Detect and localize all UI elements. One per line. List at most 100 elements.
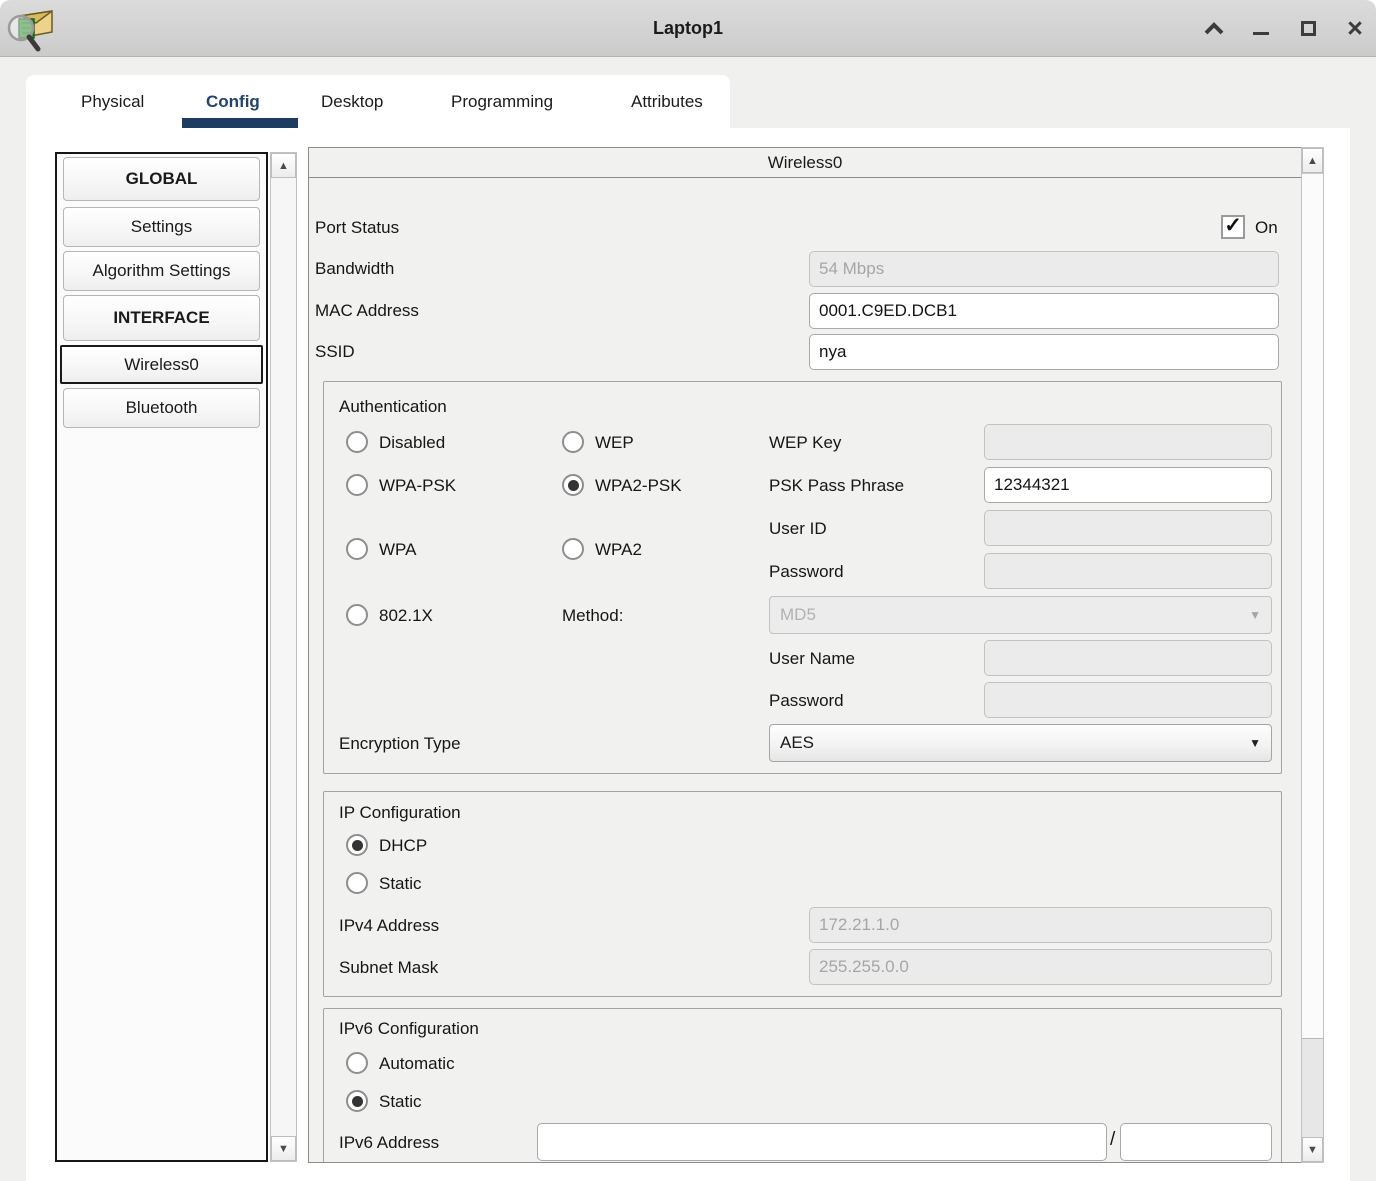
password2-input: [984, 682, 1272, 718]
device-config-window: Laptop1 × Physical Config Desktop Progra…: [0, 0, 1376, 1181]
ssid-input[interactable]: [809, 334, 1279, 370]
encryption-type-value: AES: [780, 733, 814, 753]
panel-scroll-up-button[interactable]: ▲: [1302, 148, 1323, 173]
radio-wep[interactable]: [562, 431, 584, 453]
minimize-icon: [1253, 32, 1269, 35]
scroll-up-icon: ▲: [1307, 155, 1318, 167]
ipv4-address-input: [809, 907, 1272, 943]
encryption-type-select[interactable]: AES ▼: [769, 724, 1272, 762]
user-name-input: [984, 640, 1272, 676]
tab-config[interactable]: Config: [206, 92, 260, 112]
ipv6-address-label: IPv6 Address: [339, 1133, 439, 1153]
sidebar-header-global[interactable]: GLOBAL: [63, 157, 260, 201]
sidebar-header-interface[interactable]: INTERFACE: [63, 295, 260, 341]
sidebar-item-bluetooth[interactable]: Bluetooth: [63, 388, 260, 428]
method-value: MD5: [780, 605, 816, 625]
method-select: MD5 ▼: [769, 596, 1272, 634]
radio-wpa[interactable]: [346, 538, 368, 560]
scroll-down-icon: ▼: [1307, 1144, 1318, 1156]
mac-address-input[interactable]: [809, 293, 1279, 329]
titlebar: Laptop1 ×: [0, 0, 1376, 57]
radio-802-1x-label: 802.1X: [379, 606, 433, 626]
radio-wpa2-psk[interactable]: [562, 474, 584, 496]
password-label: Password: [769, 562, 844, 582]
window-controls: ×: [1203, 0, 1366, 57]
ssid-label: SSID: [315, 342, 355, 362]
tab-programming[interactable]: Programming: [451, 92, 553, 112]
radio-wpa-psk-label: WPA-PSK: [379, 476, 456, 496]
panel-header: Wireless0: [308, 147, 1302, 178]
chevron-down-icon: ▼: [1249, 608, 1261, 622]
check-icon: ✓: [1224, 213, 1242, 238]
bandwidth-input: [809, 251, 1279, 287]
ipv6-address-input[interactable]: [537, 1123, 1107, 1161]
tab-desktop[interactable]: Desktop: [321, 92, 383, 112]
radio-disabled-label: Disabled: [379, 433, 445, 453]
sidebar: GLOBAL Settings Algorithm Settings INTER…: [55, 152, 268, 1162]
ipv4-address-label: IPv4 Address: [339, 916, 439, 936]
subnet-mask-label: Subnet Mask: [339, 958, 438, 978]
sidebar-scrollbar[interactable]: ▲ ▼: [270, 152, 297, 1162]
port-status-checkbox[interactable]: ✓: [1221, 215, 1245, 239]
ip-configuration-group: IP Configuration DHCP Static IPv4 Addres…: [323, 791, 1282, 997]
tab-physical[interactable]: Physical: [81, 92, 144, 112]
tab-attributes[interactable]: Attributes: [631, 92, 703, 112]
radio-static-ipv6-label: Static: [379, 1092, 422, 1112]
radio-static-ipv6[interactable]: [346, 1090, 368, 1112]
chevron-up-icon: [1204, 22, 1224, 35]
ipv6-configuration-title: IPv6 Configuration: [339, 1019, 479, 1039]
radio-automatic-ipv6-label: Automatic: [379, 1054, 455, 1074]
mac-address-label: MAC Address: [315, 301, 419, 321]
active-tab-underline: [182, 118, 298, 128]
radio-automatic-ipv6[interactable]: [346, 1052, 368, 1074]
panel-scroll-down-button[interactable]: ▼: [1302, 1137, 1323, 1162]
tab-bar: Physical Config Desktop Programming Attr…: [26, 75, 730, 128]
radio-static-ipv4[interactable]: [346, 872, 368, 894]
radio-dhcp-label: DHCP: [379, 836, 427, 856]
ipv6-configuration-group: IPv6 Configuration Automatic Static IPv6…: [323, 1008, 1282, 1163]
wep-key-input: [984, 424, 1272, 460]
radio-wpa-label: WPA: [379, 540, 416, 560]
sidebar-item-settings[interactable]: Settings: [63, 207, 260, 247]
maximize-icon: [1301, 21, 1316, 36]
close-icon: ×: [1347, 15, 1363, 42]
panel-body: Port Status ✓ On Bandwidth MAC Address S…: [308, 177, 1302, 1163]
radio-wpa2[interactable]: [562, 538, 584, 560]
sidebar-item-wireless0[interactable]: Wireless0: [60, 345, 263, 384]
scroll-up-button[interactable]: ▲: [271, 153, 296, 178]
radio-wpa2-psk-label: WPA2-PSK: [595, 476, 682, 496]
port-status-label: Port Status: [315, 218, 399, 238]
scrollbar-track[interactable]: [1302, 1039, 1323, 1138]
password-input: [984, 553, 1272, 589]
sidebar-item-algorithm-settings[interactable]: Algorithm Settings: [63, 251, 260, 291]
psk-pass-phrase-input[interactable]: [984, 467, 1272, 503]
restore-up-button[interactable]: [1203, 17, 1225, 41]
method-label: Method:: [562, 606, 623, 626]
authentication-group: Authentication Disabled WEP WEP Key WPA-…: [323, 381, 1282, 774]
ipv6-prefix-separator: /: [1110, 1129, 1115, 1151]
panel-scrollbar[interactable]: ▲ ▼: [1301, 147, 1324, 1163]
radio-802-1x[interactable]: [346, 604, 368, 626]
ip-configuration-title: IP Configuration: [339, 803, 461, 823]
wep-key-label: WEP Key: [769, 433, 841, 453]
user-name-label: User Name: [769, 649, 855, 669]
user-id-input: [984, 510, 1272, 546]
ipv6-prefix-input[interactable]: [1120, 1123, 1272, 1161]
port-status-on-label: On: [1255, 218, 1278, 238]
close-button[interactable]: ×: [1344, 17, 1366, 41]
minimize-button[interactable]: [1250, 17, 1272, 41]
radio-disabled[interactable]: [346, 431, 368, 453]
window-title: Laptop1: [0, 0, 1376, 57]
password2-label: Password: [769, 691, 844, 711]
authentication-title: Authentication: [339, 397, 447, 417]
psk-pass-phrase-label: PSK Pass Phrase: [769, 476, 904, 496]
radio-dhcp[interactable]: [346, 834, 368, 856]
encryption-type-label: Encryption Type: [339, 734, 461, 754]
maximize-button[interactable]: [1297, 17, 1319, 41]
radio-static-ipv4-label: Static: [379, 874, 422, 894]
scrollbar-thumb[interactable]: [1302, 173, 1323, 1039]
radio-wpa-psk[interactable]: [346, 474, 368, 496]
scroll-down-button[interactable]: ▼: [271, 1136, 296, 1161]
radio-wpa2-label: WPA2: [595, 540, 642, 560]
bandwidth-label: Bandwidth: [315, 259, 394, 279]
